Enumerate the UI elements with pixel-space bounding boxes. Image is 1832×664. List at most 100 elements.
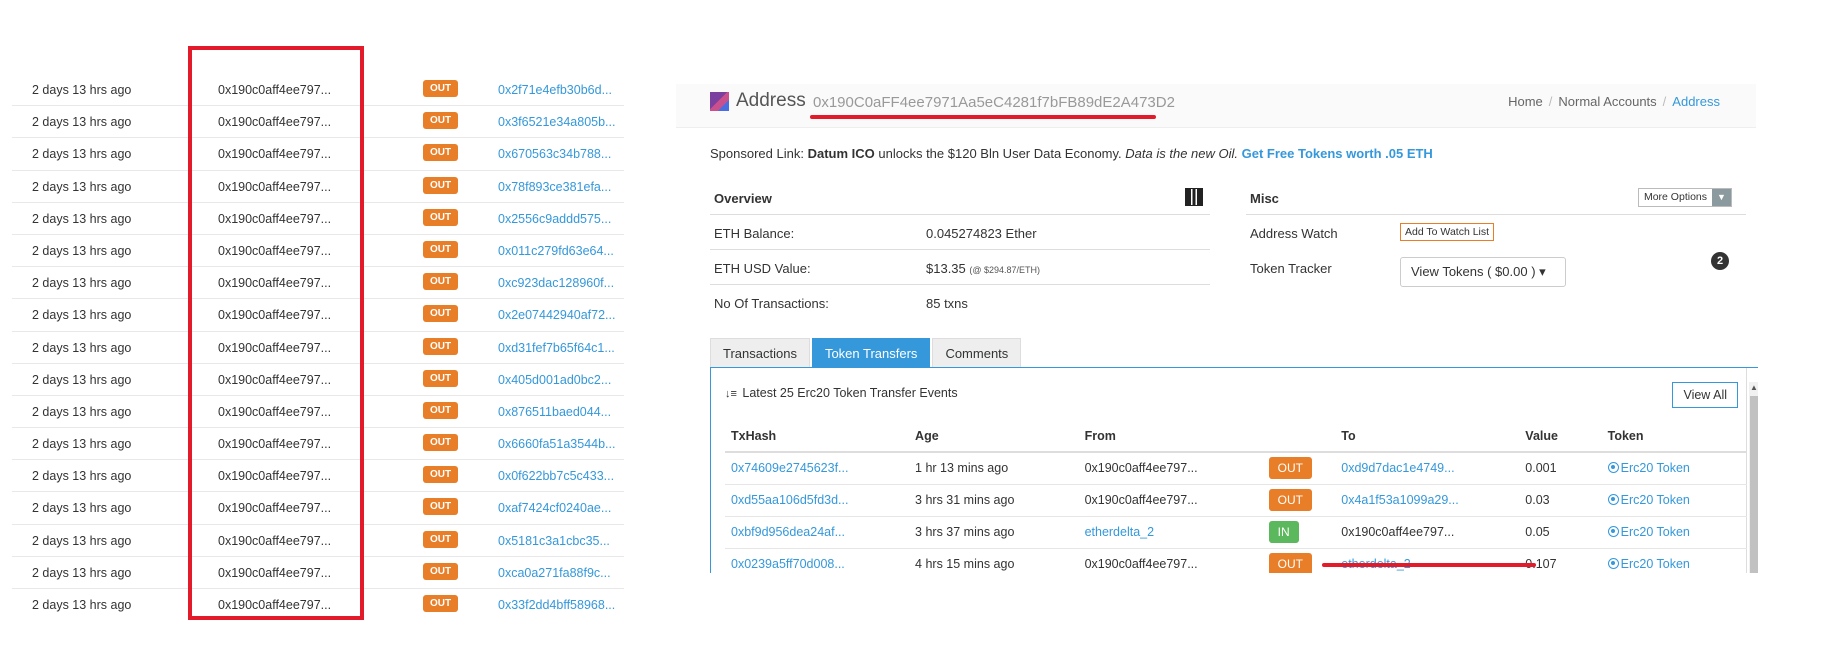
- token-link[interactable]: Erc20 Token: [1601, 516, 1747, 549]
- direction-badge: OUT: [423, 305, 459, 323]
- token-name: Erc20 Token: [1620, 493, 1690, 507]
- tx-to-link[interactable]: 0xca0a271fa88f9c...: [498, 566, 611, 580]
- misc-panel: Misc More Options ▼ Address Watch Add To…: [1246, 180, 1746, 287]
- direction-badge: OUT: [423, 530, 459, 548]
- overview-value-text: 85 txns: [926, 296, 968, 311]
- tx-to-link[interactable]: 0x405d001ad0bc2...: [498, 373, 611, 387]
- direction-badge: OUT: [423, 466, 459, 484]
- tab-transactions[interactable]: Transactions: [710, 338, 810, 368]
- tx-hash-link[interactable]: 0x0239a5ff70d008...: [725, 548, 910, 573]
- tx-to-link[interactable]: 0xaf7424cf0240ae...: [498, 501, 611, 515]
- tx-age: 2 days 13 hrs ago: [32, 308, 132, 323]
- token-icon: [1607, 558, 1619, 569]
- view-tokens-dropdown[interactable]: View Tokens ( $0.00 ) ▾ 2: [1400, 252, 1729, 287]
- tx-to-link[interactable]: 0x2f71e4efb30b6d...: [498, 83, 612, 97]
- events-title: ↓≡ Latest 25 Erc20 Token Transfer Events: [725, 386, 958, 400]
- more-options-button[interactable]: More Options ▼: [1637, 188, 1732, 207]
- tx-age: 3 hrs 37 mins ago: [909, 516, 1079, 549]
- direction-cell: OUT: [1262, 452, 1336, 485]
- tab-comments[interactable]: Comments: [932, 338, 1022, 368]
- scrollbar-thumb[interactable]: [1750, 396, 1758, 573]
- scrollbar[interactable]: ▲: [1749, 382, 1758, 573]
- tx-age: 2 days 13 hrs ago: [32, 598, 132, 612]
- direction-badge: OUT: [423, 369, 459, 387]
- tx-to-link[interactable]: 0x2556c9addd575...: [498, 212, 611, 226]
- direction-cell: OUT: [1262, 484, 1336, 517]
- tx-to-link[interactable]: 0x5181c3a1cbc35...: [498, 534, 610, 548]
- tx-age: 3 hrs 31 mins ago: [909, 484, 1079, 517]
- highlight-underline: [810, 115, 1156, 119]
- address-watch-row: Address Watch Add To Watch List: [1246, 215, 1746, 250]
- breadcrumb-home[interactable]: Home: [1508, 94, 1543, 109]
- table-body: 0x74609e2745623f... 1 hr 13 mins ago 0x190…: [725, 452, 1747, 573]
- tx-hash-link[interactable]: 0x74609e2745623f...: [725, 452, 910, 485]
- token-name: Erc20 Token: [1620, 525, 1690, 539]
- tx-to-link[interactable]: 0x33f2dd4bff58968...: [498, 598, 615, 612]
- tx-from[interactable]: etherdelta_2: [1078, 516, 1263, 549]
- column-header: [1262, 420, 1336, 453]
- overview-title: Overview: [714, 191, 772, 206]
- tx-to[interactable]: etherdelta_2: [1335, 548, 1520, 573]
- overview-panel: Overview ETH Balance: 0.045274823 Ether ET…: [710, 180, 1210, 320]
- tx-age: 2 days 13 hrs ago: [32, 147, 132, 162]
- tx-hash-link[interactable]: 0xbf9d956dea24af...: [725, 516, 910, 549]
- tx-to-link[interactable]: 0x011c279fd63e64...: [498, 244, 614, 258]
- token-link[interactable]: Erc20 Token: [1601, 484, 1747, 517]
- view-all-button[interactable]: View All: [1672, 382, 1738, 408]
- chevron-down-icon: ▼: [1712, 189, 1731, 206]
- overview-value-text: 0.045274823 Ether: [926, 226, 1037, 241]
- column-header: Value: [1519, 420, 1602, 453]
- tx-to-link[interactable]: 0xc923dac128960f...: [498, 276, 614, 290]
- address-watch-label: Address Watch: [1250, 226, 1338, 241]
- overview-key: ETH Balance:: [714, 226, 795, 241]
- tx-to[interactable]: 0xd9d7dac1e4749...: [1335, 452, 1520, 485]
- tx-to[interactable]: 0x4a1f53a1099a29...: [1335, 484, 1520, 517]
- sponsored-text: unlocks the $120 Bln User Data Economy.: [878, 146, 1122, 161]
- sponsored-brand: Datum ICO: [807, 146, 875, 161]
- qr-code-icon[interactable]: [1185, 188, 1203, 206]
- sponsored-link: Sponsored Link: Datum ICO unlocks the $1…: [710, 146, 1433, 161]
- direction-badge: OUT: [423, 434, 459, 452]
- tx-to-link[interactable]: 0xd31fef7b65f64c1...: [498, 341, 615, 355]
- overview-row: ETH USD Value: $13.35 (@ $294.87/ETH): [710, 250, 1210, 285]
- tx-from: 0x190c0aff4ee797...: [1078, 484, 1263, 517]
- tx-to-link[interactable]: 0x876511baed044...: [498, 405, 611, 419]
- add-to-watch-list-button[interactable]: Add To Watch List: [1400, 223, 1495, 241]
- overview-row: No Of Transactions: 85 txns: [710, 285, 1210, 320]
- tx-to-link[interactable]: 0x0f622bb7c5c433...: [498, 469, 614, 483]
- token-name: Erc20 Token: [1620, 461, 1690, 476]
- tx-to-link[interactable]: 0x670563c34b788...: [498, 147, 611, 161]
- tx-age: 2 days 13 hrs ago: [32, 115, 132, 130]
- overview-key: ETH USD Value:: [714, 261, 811, 276]
- tx-to-link[interactable]: 0x78f893ce381efa...: [498, 180, 611, 194]
- direction-cell: IN: [1262, 516, 1336, 549]
- token-link[interactable]: Erc20 Token: [1601, 548, 1747, 573]
- highlight-box: [188, 46, 364, 620]
- tab-token-transfers[interactable]: Token Transfers: [811, 338, 931, 368]
- direction-badge: OUT: [423, 273, 459, 291]
- scroll-up-arrow-icon[interactable]: ▲: [1749, 382, 1758, 394]
- tx-age: 2 days 13 hrs ago: [32, 340, 132, 355]
- overview-value: 0.045274823 Ether: [926, 226, 1037, 241]
- tx-to-link[interactable]: 0x3f6521e34a805b...: [498, 115, 615, 129]
- tx-value: 0.107: [1519, 548, 1602, 573]
- tx-to-link[interactable]: 0x2e07442940af72...: [498, 308, 615, 322]
- token-transfers-panel: ↓≡ Latest 25 Erc20 Token Transfer Events…: [710, 367, 1758, 573]
- tx-to-link[interactable]: 0x6660fa51a3544b...: [498, 437, 615, 451]
- overview-value: 85 txns: [926, 296, 968, 311]
- direction-cell: OUT: [1262, 548, 1336, 573]
- column-header: From: [1078, 420, 1263, 453]
- direction-badge: OUT: [423, 595, 459, 612]
- sponsored-cta-link[interactable]: Get Free Tokens worth .05 ETH: [1242, 146, 1433, 161]
- breadcrumb-normal-accounts[interactable]: Normal Accounts: [1558, 94, 1656, 109]
- column-header: TxHash: [725, 420, 910, 453]
- token-link[interactable]: Erc20 Token: [1601, 452, 1747, 485]
- overview-value: $13.35 (@ $294.87/ETH): [926, 261, 1040, 276]
- token-tracker-row: Token Tracker View Tokens ( $0.00 ) ▾ 2: [1246, 250, 1746, 287]
- tx-age: 2 days 13 hrs ago: [32, 437, 132, 452]
- tx-hash-link[interactable]: 0xd55aa106d5fd3d...: [725, 484, 910, 517]
- sponsored-tagline: Data is the new Oil.: [1125, 146, 1238, 161]
- direction-badge: OUT: [423, 144, 459, 162]
- tx-age: 2 days 13 hrs ago: [32, 501, 132, 516]
- table-row: 0x74609e2745623f... 1 hr 13 mins ago 0x190…: [725, 452, 1747, 485]
